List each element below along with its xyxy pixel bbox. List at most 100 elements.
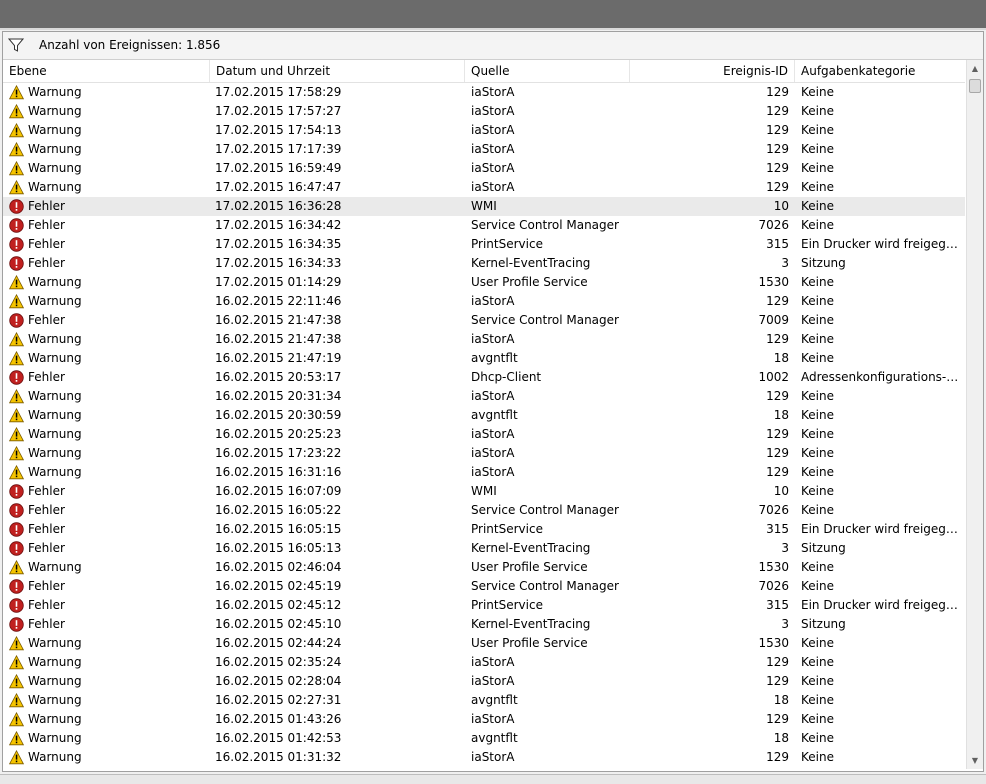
- column-header-date[interactable]: Datum und Uhrzeit: [210, 60, 465, 82]
- event-row[interactable]: Warnung 16.02.2015 20:25:23 iaStorA 129 Kein…: [3, 425, 965, 444]
- category-cell: Keine: [801, 446, 834, 460]
- filter-icon[interactable]: [7, 37, 25, 53]
- category-cell: Keine: [801, 560, 834, 574]
- level-label: Fehler: [28, 256, 65, 270]
- vertical-scrollbar[interactable]: ▲ ▼: [966, 60, 983, 769]
- date-cell: 16.02.2015 21:47:38: [215, 332, 342, 346]
- column-header-event-id[interactable]: Ereignis-ID: [630, 60, 795, 82]
- event-row[interactable]: Warnung 16.02.2015 01:31:32 iaStorA 129 Kein…: [3, 748, 965, 767]
- event-row[interactable]: Fehler 16.02.2015 02:45:12 PrintService 315…: [3, 596, 965, 615]
- event-row[interactable]: Fehler 16.02.2015 20:53:17 Dhcp-Client 1002…: [3, 368, 965, 387]
- event-id-cell: 129: [766, 712, 789, 726]
- event-row[interactable]: Warnung 16.02.2015 02:35:24 iaStorA 129 Kein…: [3, 653, 965, 672]
- level-label: Fehler: [28, 370, 65, 384]
- level-cell: Warnung: [7, 406, 207, 425]
- category-cell: Keine: [801, 161, 834, 175]
- level-label: Warnung: [28, 560, 82, 574]
- event-row[interactable]: Warnung 16.02.2015 21:47:38 iaStorA 129 Kein…: [3, 330, 965, 349]
- level-cell: Warnung: [7, 463, 207, 482]
- date-cell: 17.02.2015 16:34:42: [215, 218, 342, 232]
- date-cell: 17.02.2015 16:34:33: [215, 256, 342, 270]
- date-cell: 16.02.2015 16:05:15: [215, 522, 342, 536]
- event-row[interactable]: Warnung 16.02.2015 16:31:16 iaStorA 129 Kein…: [3, 463, 965, 482]
- column-header-row: Ebene Datum und Uhrzeit Quelle Ereignis-…: [3, 60, 965, 83]
- column-header-level[interactable]: Ebene: [3, 60, 210, 82]
- category-cell: Sitzung: [801, 256, 846, 270]
- error-icon: [9, 579, 24, 594]
- level-label: Fehler: [28, 237, 65, 251]
- level-label: Fehler: [28, 218, 65, 232]
- event-row[interactable]: Fehler 17.02.2015 16:34:35 PrintService 315…: [3, 235, 965, 254]
- event-row[interactable]: Warnung 16.02.2015 20:30:59 avgntflt 18 Kein…: [3, 406, 965, 425]
- column-header-category[interactable]: Aufgabenkategorie: [795, 60, 965, 82]
- event-row[interactable]: Fehler 17.02.2015 16:34:33 Kernel-EventTra…: [3, 254, 965, 273]
- event-row[interactable]: Warnung 16.02.2015 02:46:04 User Profile S…: [3, 558, 965, 577]
- event-row[interactable]: Warnung 17.02.2015 17:57:27 iaStorA 129 Kein…: [3, 102, 965, 121]
- event-id-cell: 129: [766, 85, 789, 99]
- event-row[interactable]: Warnung 17.02.2015 17:17:39 iaStorA 129 Kein…: [3, 140, 965, 159]
- scroll-up-button[interactable]: ▲: [967, 60, 983, 77]
- event-row[interactable]: Fehler 16.02.2015 16:05:13 Kernel-EventTra…: [3, 539, 965, 558]
- date-cell: 17.02.2015 16:47:47: [215, 180, 342, 194]
- event-row[interactable]: Fehler 16.02.2015 16:05:22 Service Control…: [3, 501, 965, 520]
- date-cell: 16.02.2015 02:45:10: [215, 617, 342, 631]
- warning-icon: [8, 635, 25, 651]
- error-icon: [9, 598, 24, 613]
- event-row[interactable]: Warnung 16.02.2015 02:27:31 avgntflt 18 Kein…: [3, 691, 965, 710]
- level-cell: Fehler: [7, 501, 207, 520]
- level-cell: Warnung: [7, 444, 207, 463]
- category-cell: Keine: [801, 123, 834, 137]
- event-row[interactable]: Fehler 16.02.2015 02:45:19 Service Control…: [3, 577, 965, 596]
- event-id-cell: 315: [766, 522, 789, 536]
- event-row[interactable]: Warnung 16.02.2015 21:47:19 avgntflt 18 Kein…: [3, 349, 965, 368]
- event-row[interactable]: Warnung 16.02.2015 02:44:24 User Profile S…: [3, 634, 965, 653]
- event-row[interactable]: Warnung 16.02.2015 01:42:53 avgntflt 18 Kein…: [3, 729, 965, 748]
- event-row[interactable]: Warnung 17.02.2015 01:14:29 User Profile S…: [3, 273, 965, 292]
- scroll-down-button[interactable]: ▼: [967, 752, 983, 769]
- level-cell: Fehler: [7, 254, 207, 273]
- event-row[interactable]: Warnung 17.02.2015 17:54:13 iaStorA 129 Kein…: [3, 121, 965, 140]
- event-row[interactable]: Fehler 17.02.2015 16:34:42 Service Control…: [3, 216, 965, 235]
- event-row[interactable]: Warnung 16.02.2015 02:28:04 iaStorA 129 Kein…: [3, 672, 965, 691]
- date-cell: 17.02.2015 17:17:39: [215, 142, 342, 156]
- event-row[interactable]: Warnung 17.02.2015 16:47:47 iaStorA 129 Kein…: [3, 178, 965, 197]
- scroll-thumb[interactable]: [969, 79, 981, 93]
- column-header-source[interactable]: Quelle: [465, 60, 630, 82]
- event-row[interactable]: Fehler 16.02.2015 21:47:38 Service Control…: [3, 311, 965, 330]
- event-id-cell: 315: [766, 598, 789, 612]
- event-row[interactable]: Warnung 16.02.2015 01:43:26 iaStorA 129 Kein…: [3, 710, 965, 729]
- event-id-cell: 1530: [758, 636, 789, 650]
- event-row[interactable]: Fehler 16.02.2015 02:45:10 Kernel-EventTra…: [3, 615, 965, 634]
- level-cell: Warnung: [7, 273, 207, 292]
- event-row[interactable]: Fehler 17.02.2015 16:36:28 WMI 10 Keine: [3, 197, 965, 216]
- warning-icon: [8, 730, 25, 746]
- category-cell: Keine: [801, 313, 834, 327]
- category-cell: Keine: [801, 218, 834, 232]
- error-icon: [9, 237, 24, 252]
- event-row[interactable]: Warnung 16.02.2015 22:11:46 iaStorA 129 Kein…: [3, 292, 965, 311]
- event-row[interactable]: Warnung 17.02.2015 17:58:29 iaStorA 129 Kein…: [3, 83, 965, 102]
- event-row[interactable]: Warnung 16.02.2015 17:23:22 iaStorA 129 Kein…: [3, 444, 965, 463]
- date-cell: 16.02.2015 16:31:16: [215, 465, 342, 479]
- date-cell: 16.02.2015 02:28:04: [215, 674, 342, 688]
- level-label: Warnung: [28, 655, 82, 669]
- date-cell: 16.02.2015 20:30:59: [215, 408, 342, 422]
- event-count-label: Anzahl von Ereignissen: 1.856: [39, 38, 221, 52]
- event-row[interactable]: Fehler 16.02.2015 16:07:09 WMI 10 Keine: [3, 482, 965, 501]
- event-row[interactable]: Warnung 16.02.2015 20:31:34 iaStorA 129 Kein…: [3, 387, 965, 406]
- level-cell: Fehler: [7, 520, 207, 539]
- event-row[interactable]: Warnung 17.02.2015 16:59:49 iaStorA 129 Kein…: [3, 159, 965, 178]
- date-cell: 16.02.2015 17:23:22: [215, 446, 342, 460]
- error-icon: [9, 370, 24, 385]
- event-row[interactable]: Fehler 16.02.2015 16:05:15 PrintService 315…: [3, 520, 965, 539]
- date-cell: 16.02.2015 02:44:24: [215, 636, 342, 650]
- date-cell: 16.02.2015 01:43:26: [215, 712, 342, 726]
- level-cell: Fehler: [7, 197, 207, 216]
- date-cell: 17.02.2015 16:59:49: [215, 161, 342, 175]
- warning-icon: [8, 654, 25, 670]
- category-cell: Keine: [801, 465, 834, 479]
- category-cell: Keine: [801, 199, 834, 213]
- warning-icon: [8, 84, 25, 100]
- date-cell: 16.02.2015 20:31:34: [215, 389, 342, 403]
- warning-icon: [8, 445, 25, 461]
